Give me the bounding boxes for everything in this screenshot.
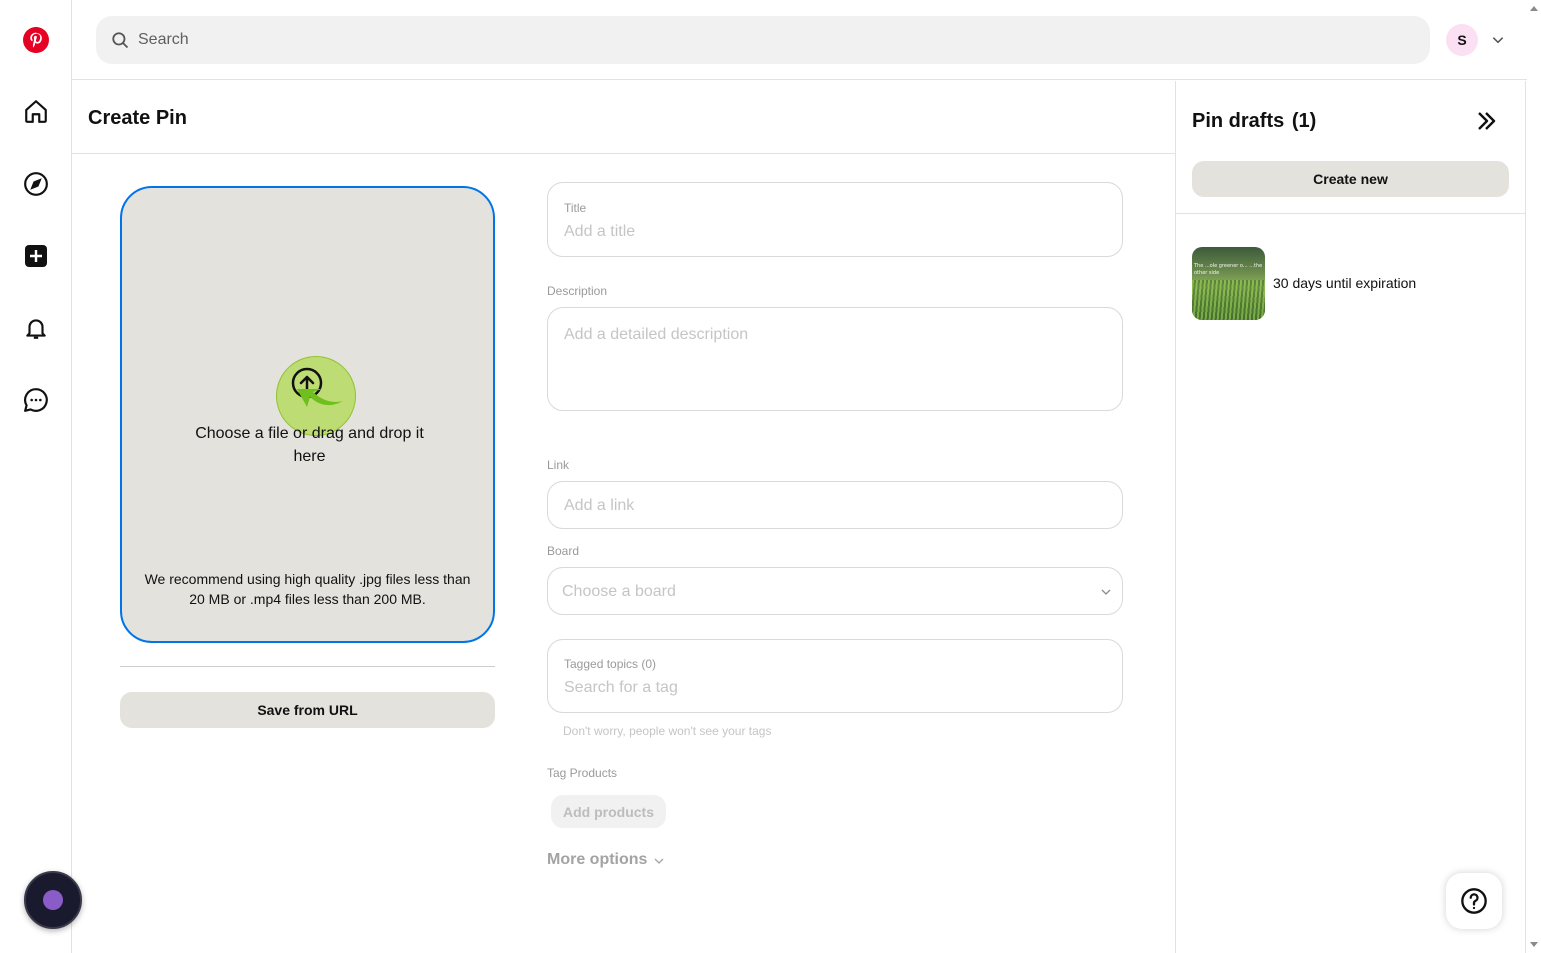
tagged-topics-label: Tagged topics (0) <box>564 657 657 671</box>
divider <box>120 666 495 667</box>
save-from-url-button[interactable]: Save from URL <box>120 692 495 728</box>
drafts-header: Pin drafts (1) Create new <box>1176 81 1525 214</box>
description-label: Description <box>547 284 608 298</box>
draft-list-item[interactable]: The ...ole greener o... ...the other sid… <box>1192 246 1509 320</box>
page-header: Create Pin <box>72 81 1175 154</box>
assistant-dot-icon <box>43 890 63 910</box>
left-nav-rail <box>0 0 72 953</box>
more-options-label: More options <box>547 851 648 868</box>
chevron-down-icon <box>654 858 664 864</box>
page-title: Create Pin <box>88 107 187 129</box>
assistant-launcher-button[interactable] <box>24 871 82 929</box>
drafts-count: (1) <box>1291 110 1317 132</box>
add-products-button[interactable]: Add products <box>551 795 666 828</box>
scrollbar[interactable] <box>1527 0 1541 953</box>
title-label: Title <box>564 201 587 215</box>
drafts-title: Pin drafts (1) <box>1192 110 1316 133</box>
draft-thumbnail: The ...ole greener o... ...the other sid… <box>1192 246 1265 320</box>
plus-square-icon[interactable] <box>12 232 60 280</box>
board-placeholder: Choose a board <box>562 583 676 600</box>
drafts-title-text: Pin drafts <box>1192 110 1285 132</box>
title-field[interactable]: Title Add a title <box>547 182 1123 257</box>
board-label: Board <box>547 544 580 558</box>
top-bar: S <box>72 0 1541 80</box>
upload-hint: We recommend using high quality .jpg fil… <box>144 571 471 607</box>
link-label: Link <box>547 458 570 472</box>
tagged-topics-field[interactable]: Tagged topics (0) Search for a tag <box>547 639 1123 713</box>
board-select[interactable]: Choose a board <box>547 567 1123 615</box>
description-field[interactable]: Add a detailed description <box>547 307 1123 411</box>
description-placeholder: Add a detailed description <box>564 326 749 343</box>
chevron-down-icon[interactable] <box>1486 28 1510 52</box>
pinterest-logo-icon[interactable] <box>12 16 60 64</box>
search-input[interactable] <box>138 31 1338 49</box>
compass-icon[interactable] <box>12 160 60 208</box>
create-new-button[interactable]: Create new <box>1192 161 1509 197</box>
question-mark-icon <box>1461 888 1487 914</box>
link-placeholder: Add a link <box>564 497 635 514</box>
collapse-panel-icon[interactable] <box>1470 105 1502 137</box>
more-options-toggle[interactable]: More options <box>547 851 665 869</box>
bell-icon[interactable] <box>12 304 60 352</box>
create-pin-main: Create Pin Choose a file or drag and dro… <box>72 81 1175 953</box>
avatar[interactable]: S <box>1446 24 1478 56</box>
chat-bubble-icon[interactable] <box>12 376 60 424</box>
tag-products-label: Tag Products <box>547 766 618 780</box>
app-root: S Create Pin Choose a file or drag and d… <box>0 0 1541 953</box>
upload-prompt: Choose a file or drag and drop it here <box>195 425 424 465</box>
draft-thumbnail-text: The ...ole greener o... ...the other sid… <box>1194 262 1263 276</box>
title-placeholder: Add a title <box>564 223 636 240</box>
pin-drafts-panel: Pin drafts (1) Create new The ...ole gre… <box>1175 81 1526 953</box>
link-field[interactable]: Add a link <box>547 481 1123 529</box>
search-bar[interactable] <box>96 16 1430 64</box>
draft-expiration: 30 days until expiration <box>1273 275 1417 291</box>
search-icon <box>112 32 129 49</box>
help-button[interactable] <box>1446 873 1502 929</box>
chevron-down-icon <box>1101 589 1111 595</box>
upload-dropzone[interactable]: Choose a file or drag and drop it here W… <box>120 186 495 643</box>
home-icon[interactable] <box>12 87 60 135</box>
tagged-topics-hint: Don't worry, people won't see your tags <box>563 724 772 738</box>
tagged-topics-placeholder: Search for a tag <box>564 679 678 696</box>
